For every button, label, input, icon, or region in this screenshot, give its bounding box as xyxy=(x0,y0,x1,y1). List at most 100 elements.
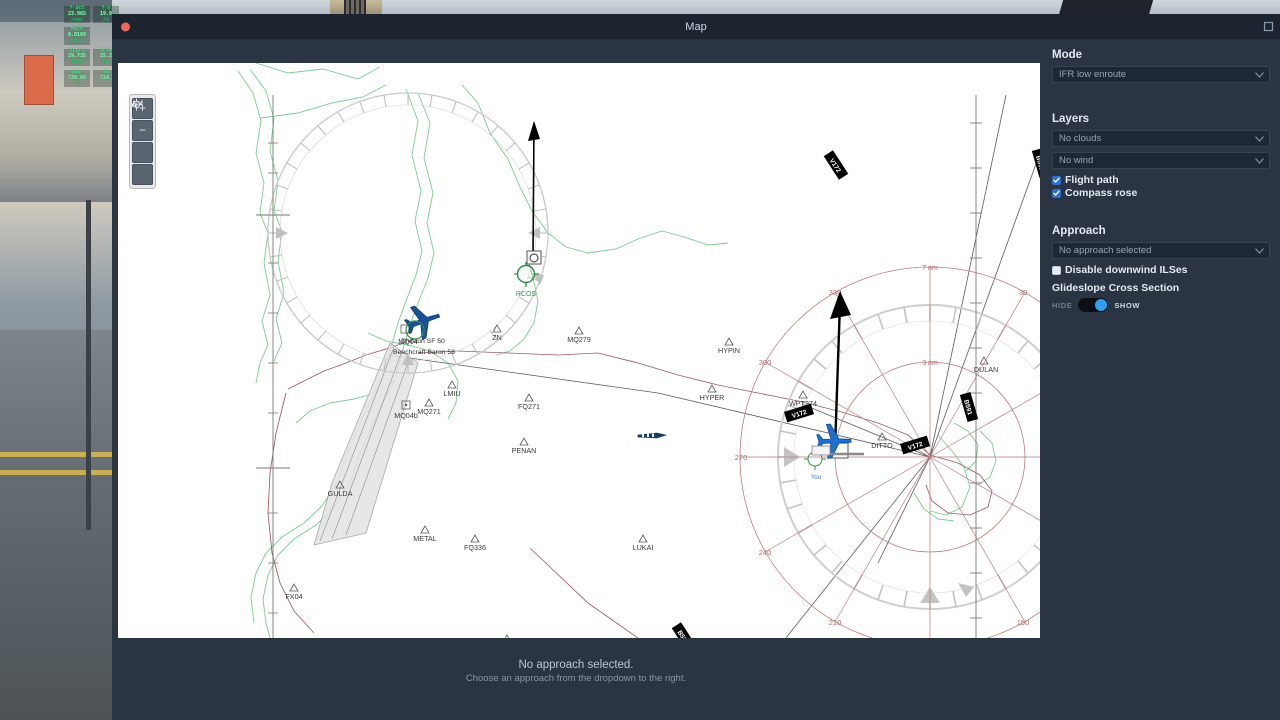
waypoint: HYPIN xyxy=(718,337,740,355)
glideslope-toggle-row[interactable]: HIDE SHOW xyxy=(1052,298,1270,312)
north-up-button[interactable] xyxy=(130,99,153,163)
hud-unit: /sec xyxy=(70,16,84,23)
waypoint: DRACO xyxy=(504,634,510,638)
options-sidebar: Mode IFR low enroute Layers No clouds No… xyxy=(1040,39,1280,720)
waypoint-label: MQ279 xyxy=(567,335,591,344)
compass-rose-checkbox-row[interactable]: Compass rose xyxy=(1052,187,1270,199)
airway-line-layer xyxy=(387,94,1040,638)
chevron-down-icon xyxy=(1255,135,1264,142)
clouds-select-value: No clouds xyxy=(1059,133,1102,144)
window-body: RCOS 30 150 210 240 270 300 330 3 nm 7 n… xyxy=(112,39,1280,720)
waypoint: PENAN xyxy=(512,437,537,455)
waypoint-label: LMIU xyxy=(443,389,460,398)
rose-bearing-030: 30 xyxy=(1019,288,1027,297)
close-icon[interactable] xyxy=(121,22,130,31)
waypoint-label: HYPIN xyxy=(718,346,740,355)
no-approach-hint: Choose an approach from the dropdown to … xyxy=(465,673,687,684)
waypoint-label: DITTO xyxy=(871,441,893,450)
waypoint: FQ336 xyxy=(464,534,486,552)
traffic-aircraft xyxy=(637,432,668,439)
hud-unit: inHG xyxy=(70,59,84,65)
flight-path-label: Flight path xyxy=(1065,174,1119,186)
zoom-out-button[interactable]: − xyxy=(132,120,153,141)
hud-cell: f-act 23.965/sec xyxy=(64,5,90,24)
flight-path-checkbox[interactable] xyxy=(1052,175,1061,185)
approach-section-title: Approach xyxy=(1052,225,1106,237)
waypoint: DITTO xyxy=(871,432,893,450)
map-controls[interactable]: + − xyxy=(129,94,156,189)
rose-bearing-300: 300 xyxy=(759,358,772,367)
range-ring-7nm: 7 nm xyxy=(922,265,938,272)
waypoint: MQ279 xyxy=(567,326,591,344)
hud-cell: Mach 0.0189 ratio xyxy=(64,26,90,45)
own-aircraft-left: Division SF 50 Beechcraft Baron 58 xyxy=(393,305,455,356)
disable-ilses-checkbox[interactable] xyxy=(1052,265,1061,275)
chevron-down-icon xyxy=(1255,157,1264,164)
compass-rose-checkbox[interactable] xyxy=(1052,188,1061,198)
airway-banner: V172 xyxy=(823,150,849,180)
hud-unit: ratio xyxy=(69,37,85,44)
hangar-door xyxy=(24,55,54,105)
map-column: RCOS 30 150 210 240 270 300 330 3 nm 7 n… xyxy=(112,39,1040,720)
toggle-hide-label: HIDE xyxy=(1052,300,1073,310)
no-approach-headline: No approach selected. xyxy=(518,659,634,671)
coastline-layer xyxy=(237,63,997,638)
window-title: Map xyxy=(685,20,707,33)
taxiway-line-1 xyxy=(0,452,112,457)
waypoint-label: FQ336 xyxy=(464,543,486,552)
waypoint: METAL xyxy=(413,525,437,543)
airway-banner: V172 xyxy=(900,435,930,455)
map-canvas[interactable]: RCOS 30 150 210 240 270 300 330 3 nm 7 n… xyxy=(118,63,1040,638)
waypoint: MQ271 xyxy=(417,398,441,416)
waypoint: LUKAI xyxy=(633,534,654,552)
wind-select-value: No wind xyxy=(1059,155,1094,166)
waypoint-label: LUKAI xyxy=(633,543,654,552)
waypoint-label: FX04 xyxy=(285,592,302,601)
waypoint: ZN xyxy=(492,324,502,342)
approach-select[interactable]: No approach selected xyxy=(1052,242,1270,259)
own-aircraft-label-right: You xyxy=(811,475,821,481)
mode-select-value: IFR low enroute xyxy=(1059,69,1127,80)
rose-bearing-240: 240 xyxy=(759,548,772,557)
own-aircraft-right: You xyxy=(804,291,864,481)
glideslope-toggle[interactable] xyxy=(1078,298,1109,312)
waypoint: HYPER xyxy=(700,384,725,402)
toggle-show-label: SHOW xyxy=(1114,300,1141,310)
restore-window-icon[interactable] xyxy=(1262,20,1276,34)
taxiway-line-2 xyxy=(0,470,112,475)
disable-ilses-label: Disable downwind ILSes xyxy=(1065,264,1188,276)
window-titlebar[interactable]: Map xyxy=(112,14,1280,39)
chevron-down-icon xyxy=(1255,247,1264,254)
rose-bearing-150: 150 xyxy=(1017,618,1030,627)
apron-ground xyxy=(0,330,112,720)
waypoint-label: DULAN xyxy=(974,365,998,374)
light-post xyxy=(86,200,91,530)
disable-ilses-checkbox-row[interactable]: Disable downwind ILSes xyxy=(1052,264,1270,276)
clouds-select[interactable]: No clouds xyxy=(1052,130,1270,147)
flight-path-checkbox-row[interactable]: Flight path xyxy=(1052,174,1270,186)
waypoint: FQ271 xyxy=(518,393,540,411)
airway-label: B591 xyxy=(1034,155,1040,172)
range-ring-3nm: 3 nm xyxy=(922,360,938,367)
compass-rose-label: Compass rose xyxy=(1065,187,1138,199)
waypoint-label: FQ271 xyxy=(518,402,540,411)
airway-banner: B591 xyxy=(671,622,697,638)
rose-bearing-270: 270 xyxy=(735,453,748,462)
rose-bearing-210: 210 xyxy=(829,618,842,627)
waypoint-label: HYPER xyxy=(700,393,725,402)
center-aircraft-button[interactable] xyxy=(130,98,153,185)
waypoint-label: MQ04b xyxy=(394,411,418,420)
waypoint-label: MQ271 xyxy=(417,407,441,416)
waypoint-label: PENAN xyxy=(512,446,537,455)
lat-scale-left xyxy=(256,95,290,638)
waypoint: FX04 xyxy=(285,583,303,601)
chevron-down-icon xyxy=(1255,71,1264,78)
glideslope-section-title: Glideslope Cross Section xyxy=(1052,282,1180,294)
mode-select[interactable]: IFR low enroute xyxy=(1052,66,1270,83)
airway-banner-layer: V172 V172 B591 B591 B591 V172 xyxy=(671,148,1040,638)
hud-unit: lb xyxy=(73,80,81,87)
wind-select[interactable]: No wind xyxy=(1052,152,1270,169)
waypoint-label: METAL xyxy=(413,534,436,543)
mode-section-title: Mode xyxy=(1052,49,1083,61)
